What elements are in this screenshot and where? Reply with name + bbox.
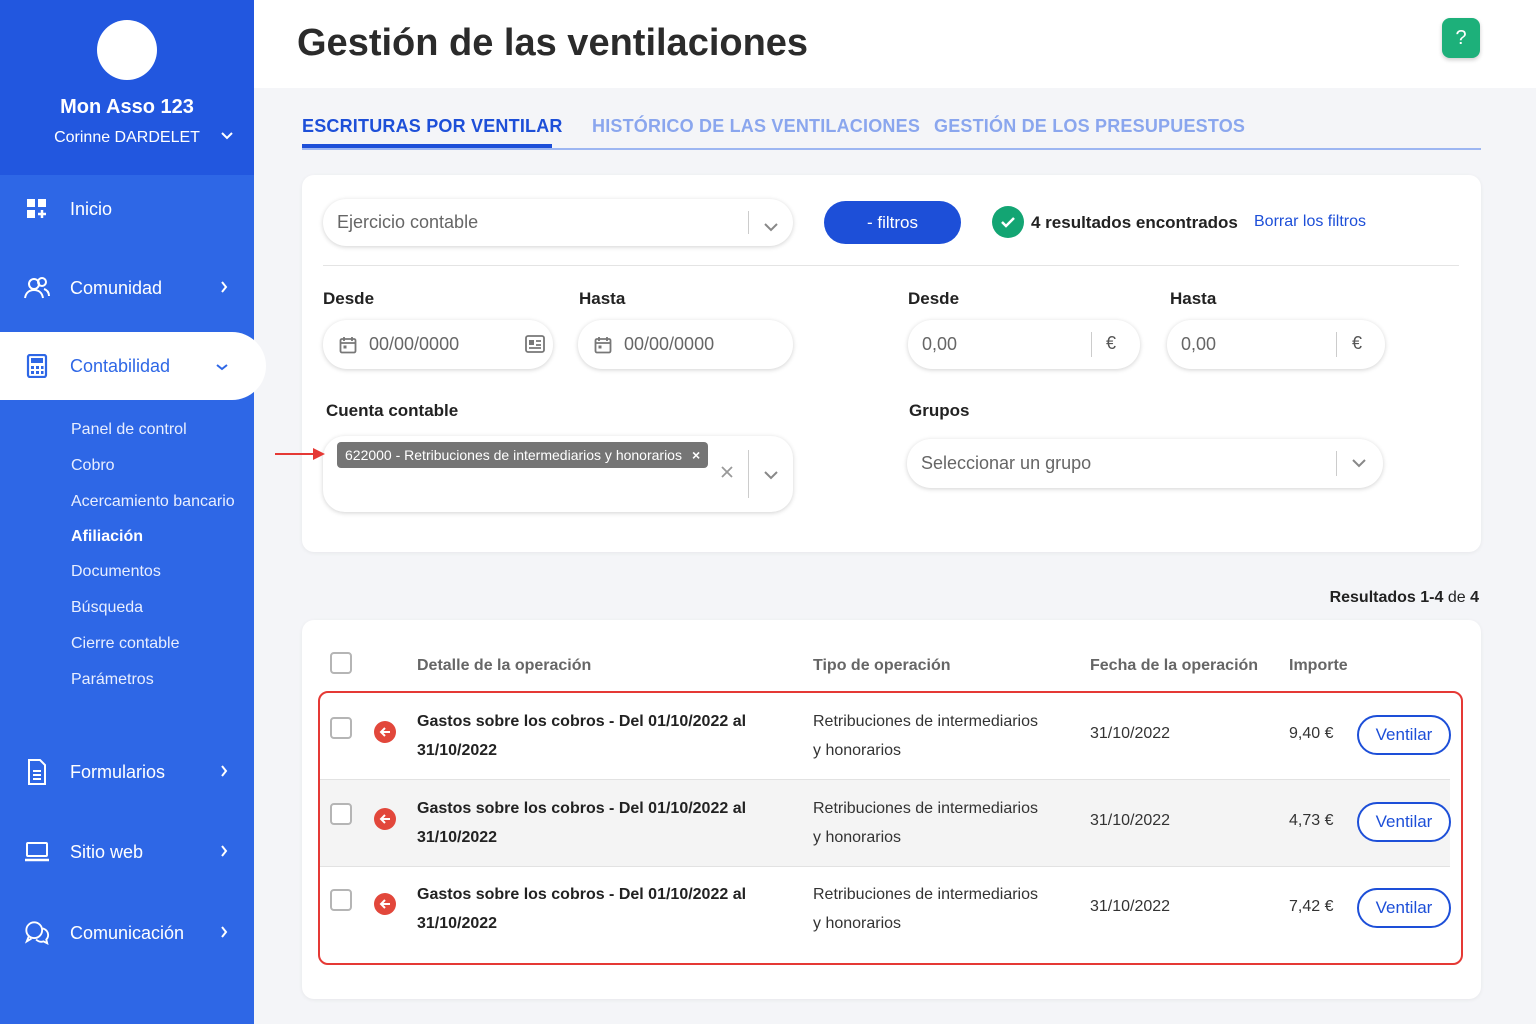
calendar-icon — [339, 336, 357, 354]
amount-placeholder: 0,00 — [1181, 334, 1217, 354]
chevron-right-icon — [220, 764, 228, 781]
org-name: Mon Asso 123 — [60, 96, 194, 118]
profile-panel[interactable]: Mon Asso 123 Corinne DARDELET — [0, 0, 254, 175]
account-chip-label: 622000 - Retribuciones de intermediarios… — [345, 447, 682, 463]
submenu-busqueda[interactable]: Búsqueda — [71, 599, 143, 617]
currency-label: € — [1106, 333, 1117, 353]
column-header-detail: Detalle de la operación — [417, 657, 592, 674]
user-name: Corinne DARDELET — [54, 129, 200, 146]
calendar-icon — [594, 336, 612, 354]
sidebar-item-sitio-web[interactable]: Sitio web — [0, 826, 254, 878]
chevron-down-icon — [216, 358, 228, 375]
sidebar: Mon Asso 123 Corinne DARDELET Inicio Com… — [0, 0, 266, 1024]
results-prefix: Resultados — [1329, 589, 1416, 606]
submenu-documentos[interactable]: Documentos — [71, 563, 161, 581]
groups-placeholder: Seleccionar un grupo — [921, 453, 1092, 473]
submenu-cierre-contable[interactable]: Cierre contable — [71, 635, 180, 653]
sidebar-item-label: Sitio web — [70, 841, 144, 862]
submenu-parametros[interactable]: Parámetros — [71, 671, 154, 689]
submenu-cobro[interactable]: Cobro — [71, 457, 115, 475]
amount-to-input[interactable]: 0,00 € — [1167, 320, 1385, 369]
chevron-down-icon[interactable] — [764, 471, 778, 480]
chevron-down-icon — [1352, 459, 1366, 468]
annotation-arrow-icon — [275, 446, 327, 467]
results-total: 4 — [1470, 589, 1479, 606]
tab-gestion-presupuestos[interactable]: GESTIÓN DE LOS PRESUPUESTOS — [934, 116, 1245, 137]
clear-icon[interactable] — [721, 466, 733, 478]
results-range: Resultados 1-4 de 4 — [1330, 589, 1479, 607]
chevron-right-icon — [220, 925, 228, 942]
account-chip: 622000 - Retribuciones de intermediarios… — [337, 442, 709, 468]
tab-historico[interactable]: HISTÓRICO DE LAS VENTILACIONES — [592, 116, 920, 137]
submenu-acercamiento-bancario[interactable]: Acercamiento bancario — [71, 493, 235, 511]
chevron-down-icon — [764, 216, 778, 237]
avatar — [97, 20, 157, 80]
page-title: Gestión de las ventilaciones — [297, 22, 809, 64]
chevron-right-icon — [220, 280, 228, 297]
dashboard-icon — [24, 196, 50, 222]
sidebar-item-label: Inicio — [70, 198, 113, 219]
amount-placeholder: 0,00 — [922, 334, 958, 354]
fiscal-year-select[interactable]: Ejercicio contable — [323, 199, 793, 246]
calculator-icon — [24, 353, 50, 379]
date-to-input[interactable]: 00/00/0000 — [578, 320, 793, 369]
groups-select[interactable]: Seleccionar un grupo — [907, 439, 1383, 488]
tab-escrituras-por-ventilar[interactable]: ESCRITURAS POR VENTILAR — [302, 116, 563, 137]
sidebar-item-comunicacion[interactable]: Comunicación — [0, 907, 254, 959]
help-button[interactable]: ? — [1442, 18, 1480, 58]
divider — [323, 265, 1459, 266]
laptop-icon — [24, 839, 50, 865]
divider — [748, 211, 749, 234]
header: Gestión de las ventilaciones ? — [254, 0, 1536, 88]
date-from-input[interactable]: 00/00/0000 — [323, 320, 553, 369]
column-header-amount: Importe — [1289, 657, 1348, 674]
sidebar-item-comunidad[interactable]: Comunidad — [0, 262, 254, 314]
sidebar-item-label: Comunidad — [70, 277, 163, 298]
calendar-card-icon[interactable] — [525, 335, 545, 353]
check-icon — [992, 206, 1024, 238]
sidebar-item-contabilidad[interactable]: Contabilidad — [0, 332, 266, 400]
sidebar-item-inicio[interactable]: Inicio — [0, 183, 254, 235]
chevron-down-icon[interactable] — [220, 128, 234, 144]
amount-to-label: Hasta — [1170, 289, 1217, 308]
toggle-filters-button[interactable]: - filtros — [824, 201, 961, 244]
divider — [1336, 332, 1337, 357]
submenu-panel-de-control[interactable]: Panel de control — [71, 421, 187, 439]
date-placeholder: 00/00/0000 — [369, 334, 460, 354]
tab-bar: ESCRITURAS POR VENTILAR HISTÓRICO DE LAS… — [302, 112, 1481, 150]
currency-label: € — [1352, 333, 1363, 353]
select-all-checkbox[interactable] — [330, 652, 352, 674]
divider — [748, 450, 749, 498]
results-count: 4 resultados encontrados — [1031, 213, 1238, 232]
active-tab-indicator — [302, 144, 552, 148]
amount-from-label: Desde — [908, 289, 960, 308]
date-to-label: Hasta — [579, 289, 626, 308]
sidebar-item-label: Formularios — [70, 761, 166, 782]
clear-filters-link[interactable]: Borrar los filtros — [1254, 213, 1366, 231]
amount-from-input[interactable]: 0,00 € — [908, 320, 1140, 369]
column-header-date: Fecha de la operación — [1090, 657, 1259, 674]
fiscal-year-placeholder: Ejercicio contable — [337, 212, 479, 232]
date-placeholder: 00/00/0000 — [624, 334, 715, 354]
remove-chip-icon[interactable]: × — [692, 447, 700, 463]
results-range-value: 1-4 — [1420, 589, 1444, 606]
sidebar-item-formularios[interactable]: Formularios — [0, 746, 254, 798]
groups-label: Grupos — [909, 401, 970, 420]
highlight-frame — [318, 691, 1463, 965]
divider — [1091, 332, 1092, 357]
account-label: Cuenta contable — [326, 401, 459, 420]
sidebar-item-label: Contabilidad — [70, 355, 171, 376]
chat-icon — [24, 920, 50, 946]
document-icon — [24, 759, 50, 785]
sidebar-item-label: Comunicación — [70, 922, 185, 943]
divider — [1336, 451, 1337, 476]
users-icon — [24, 275, 50, 301]
date-from-label: Desde — [323, 289, 375, 308]
results-of: de — [1447, 589, 1466, 606]
submenu-afiliacion[interactable]: Afiliación — [71, 528, 143, 546]
chevron-right-icon — [220, 844, 228, 861]
column-header-type: Tipo de operación — [813, 657, 951, 674]
